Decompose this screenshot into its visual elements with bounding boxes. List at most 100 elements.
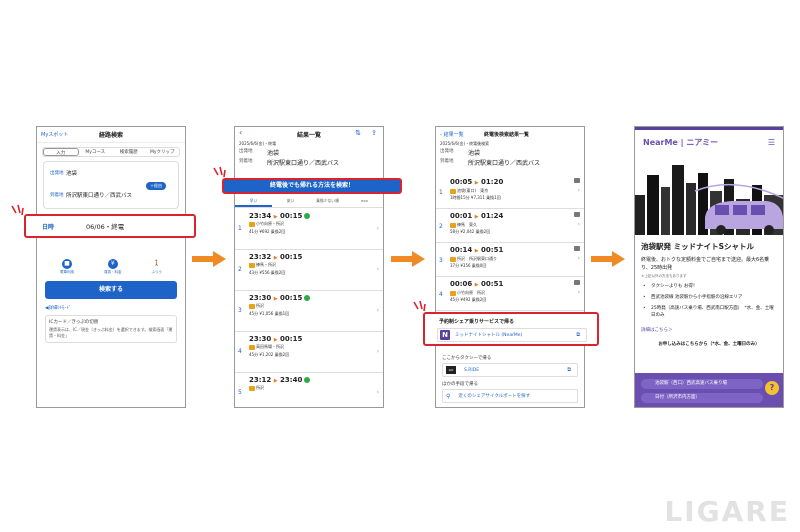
- service-title: 池袋駅発 ミッドナイトSシャトル: [641, 242, 755, 251]
- back-label: 結果一覧: [443, 132, 464, 138]
- list-item[interactable]: 2 00:01 ▶ 01:24 練馬 東久 58分 ¥2,042 乗換2回 ›: [436, 209, 584, 243]
- chevron-right-icon: ›: [577, 221, 580, 228]
- tab-history[interactable]: 検索履歴: [112, 148, 146, 156]
- service-description: 終電後、おトクな定額料金でご自宅まで送迎。最大6名乗り、25時出発: [641, 257, 770, 271]
- phone-route-search: Myスポット 経路検索 入力 Myコース 検索履歴 Myクリップ 出発地 池袋 …: [36, 126, 186, 408]
- tab-my-course[interactable]: Myコース: [79, 148, 113, 156]
- share-icon[interactable]: ⇪: [371, 129, 377, 137]
- chevron-right-icon: ›: [577, 255, 580, 262]
- to-label: 到着地: [440, 159, 454, 164]
- route-info: 2025/6/6(金)・終電 出発地 池袋 到着地 所沢駅東口通り／西武バス: [235, 141, 383, 167]
- arrow-right-icon: [391, 251, 425, 267]
- detail-mode-link[interactable]: ◀詳細ｼﾄﾓｰﾄﾞ: [45, 305, 177, 311]
- date-value: 06/06・終電: [86, 223, 125, 231]
- list-item[interactable]: 3 23:30 ▶ 00:15 所沢 45分 ¥1,056 乗換1回 ›: [235, 291, 383, 332]
- cycle-link[interactable]: 近くのシェアサイクルポートを探す: [458, 393, 530, 399]
- arr-time: 00:51: [481, 280, 504, 288]
- route-meta: 37分 ¥356 乗換0回: [450, 263, 487, 268]
- header: Myスポット 経路検索: [37, 127, 185, 143]
- route-meta: 1時間15分 ¥7,311 乗換1回: [450, 195, 501, 200]
- date-option[interactable]: 日付（所沢市内方面）: [641, 393, 763, 403]
- chevron-right-icon: ›: [376, 389, 379, 396]
- search-button[interactable]: 検索する: [45, 281, 177, 299]
- cycle-option[interactable]: ⚲ 近くのシェアサイクルポートを探す: [442, 389, 578, 403]
- after-last-train-search-button[interactable]: 終電後でも帰れる方法を検索！: [222, 178, 402, 194]
- bus-icon: [574, 246, 580, 251]
- service-note: ＊上記以外の方法もあります: [641, 274, 687, 278]
- yen-icon: ¥: [107, 259, 118, 269]
- help-icon[interactable]: ?: [765, 381, 779, 395]
- datetime-highlight[interactable]: 日時 06/06・終電: [24, 214, 196, 238]
- phone-after-last-train-results: ‹ 結果一覧 終電後検索結果一覧 2025/6/6(金)・終電後検索 出発地 池袋…: [435, 126, 585, 408]
- mode-train[interactable]: ■ 電車利用: [60, 259, 74, 275]
- back-chevron-icon[interactable]: ‹: [239, 128, 242, 137]
- feature-item: 西武池袋線 池袋駅から小手指駅の沿線エリア: [643, 294, 777, 301]
- list-item[interactable]: 2 23:32 ▶ 00:15 練馬・所沢 43分 ¥556 乗換2回 ›: [235, 250, 383, 291]
- list-item[interactable]: 5 23:12 ▶ 23:40 所沢 ›: [235, 373, 383, 407]
- pickup-option[interactable]: 池袋駅（西口）西武高速バス乗り場: [641, 379, 763, 389]
- to-field[interactable]: 所沢駅東口通り／西武バス: [66, 191, 132, 199]
- route-line: 池袋(東口) 東京: [457, 188, 489, 193]
- arrow-right-icon: [192, 251, 226, 267]
- list-item[interactable]: 1 23:34 ▶ 00:15 小竹向原・所沢 41分 ¥692 乗換2回 ›: [235, 209, 383, 250]
- list-item[interactable]: 1 00:05 ▶ 01:20 池袋(東口) 東京 1時間15分 ¥7,311 …: [436, 175, 584, 209]
- from-field[interactable]: 池袋: [66, 169, 77, 177]
- other-heading: ほかの手段で帰る: [442, 382, 478, 387]
- dep-time: 00:01: [450, 212, 473, 220]
- my-spot-link[interactable]: Myスポット: [41, 131, 68, 138]
- arr-time: 00:15: [280, 335, 303, 343]
- search-date: 2025/6/6(金)・終電後検索: [440, 141, 490, 146]
- results-list: 1 23:34 ▶ 00:15 小竹向原・所沢 41分 ¥692 乗換2回 › …: [235, 209, 383, 407]
- other-options: ここからタクシーで帰る GO S.RIDE ⧉ ほかの手段で帰る ⚲ 近くのシェ…: [436, 355, 584, 405]
- tab-input[interactable]: 入力: [43, 148, 79, 156]
- list-item[interactable]: 4 00:06 ▶ 00:51 小竹向原 所沢 45分 ¥492 乗換2回 ›: [436, 277, 584, 311]
- route-line: 練馬・所沢: [256, 262, 276, 267]
- list-item[interactable]: 4 23:30 ▶ 00:15 高田馬場・所沢 45分 ¥1,202 乗換2回 …: [235, 332, 383, 373]
- to-label: 到着地: [50, 193, 64, 198]
- result-number: 1: [439, 189, 443, 196]
- from-label: 出発地: [239, 149, 253, 154]
- mode-label: 電車利用: [60, 270, 74, 274]
- tab-cheap[interactable]: 安い: [272, 197, 309, 207]
- phone-nearme-page: NearMe | ニアミー ☰ 池袋駅発 ミッドナイトSシャトル 終電後、おトク…: [634, 126, 784, 408]
- chevron-right-icon: ›: [376, 266, 379, 273]
- back-link[interactable]: ‹ 結果一覧: [440, 131, 464, 138]
- booking-panel: 池袋駅（西口）西武高速バス乗り場 日付（所沢市内方面）: [635, 373, 783, 407]
- tab-few-transfers[interactable]: 乗換少ない順: [309, 197, 346, 207]
- external-link-icon: ⧉: [576, 332, 580, 338]
- page-title: 終電後検索結果一覧: [484, 132, 530, 138]
- route-line: 所沢 所沢駅東口通り: [457, 256, 497, 261]
- taxi-option[interactable]: GO S.RIDE ⧉: [442, 363, 578, 377]
- taxi-link[interactable]: S.RIDE: [464, 368, 479, 373]
- tab-my-clip[interactable]: Myクリップ: [146, 148, 180, 156]
- dep-time: 23:34: [249, 212, 272, 220]
- nearme-header: NearMe | ニアミー ☰: [635, 127, 783, 155]
- add-via-button[interactable]: ＋経由: [146, 182, 166, 190]
- feature-item: 25時発（高速バス乗り場、西武南口駅方面） *水、金、土曜日のみ: [643, 305, 777, 319]
- bus-icon: [574, 280, 580, 285]
- route-meta: 45分 ¥1,202 乗換2回: [249, 352, 290, 357]
- arr-time: 00:15: [280, 294, 303, 302]
- route-line: 高田馬場・所沢: [256, 344, 284, 349]
- route-meta: 43分 ¥556 乗換2回: [249, 270, 286, 275]
- tab-eco[interactable]: eco: [346, 197, 383, 207]
- swap-icon[interactable]: ⇅: [355, 129, 361, 137]
- dep-time: 23:30: [249, 335, 272, 343]
- share-ride-option[interactable]: N ミッドナイトシャトル (NearMe) ⧉: [437, 328, 587, 342]
- dep-time: 00:05: [450, 178, 473, 186]
- mode-walk[interactable]: 🚶 ふつう: [152, 259, 163, 275]
- tab-fast[interactable]: 早い: [235, 197, 272, 207]
- feature-item: タクシーよりも お得！: [643, 283, 777, 290]
- mode-fare[interactable]: ¥ 運賃・料金: [104, 259, 122, 275]
- go-logo: GO: [446, 366, 456, 374]
- nearme-brand: NearMe | ニアミー: [643, 138, 719, 147]
- taxi-heading: ここからタクシーで帰る: [442, 356, 492, 361]
- walk-icon: 🚶: [153, 260, 161, 267]
- phone-results-list: ‹ 結果一覧 ⇅ ⇪ 2025/6/6(金)・終電 出発地 池袋 到着地 所沢駅東口…: [234, 126, 384, 408]
- menu-icon[interactable]: ☰: [768, 138, 775, 147]
- share-ride-link[interactable]: ミッドナイトシャトル (NearMe): [455, 332, 522, 338]
- details-link[interactable]: 詳細はこちら＞: [641, 327, 777, 333]
- result-number: 1: [238, 225, 242, 232]
- list-item[interactable]: 3 00:14 ▶ 00:51 所沢 所沢駅東口通り 37分 ¥356 乗換0回…: [436, 243, 584, 277]
- share-heading: 予約制シェア乗りサービスで帰る: [439, 319, 515, 325]
